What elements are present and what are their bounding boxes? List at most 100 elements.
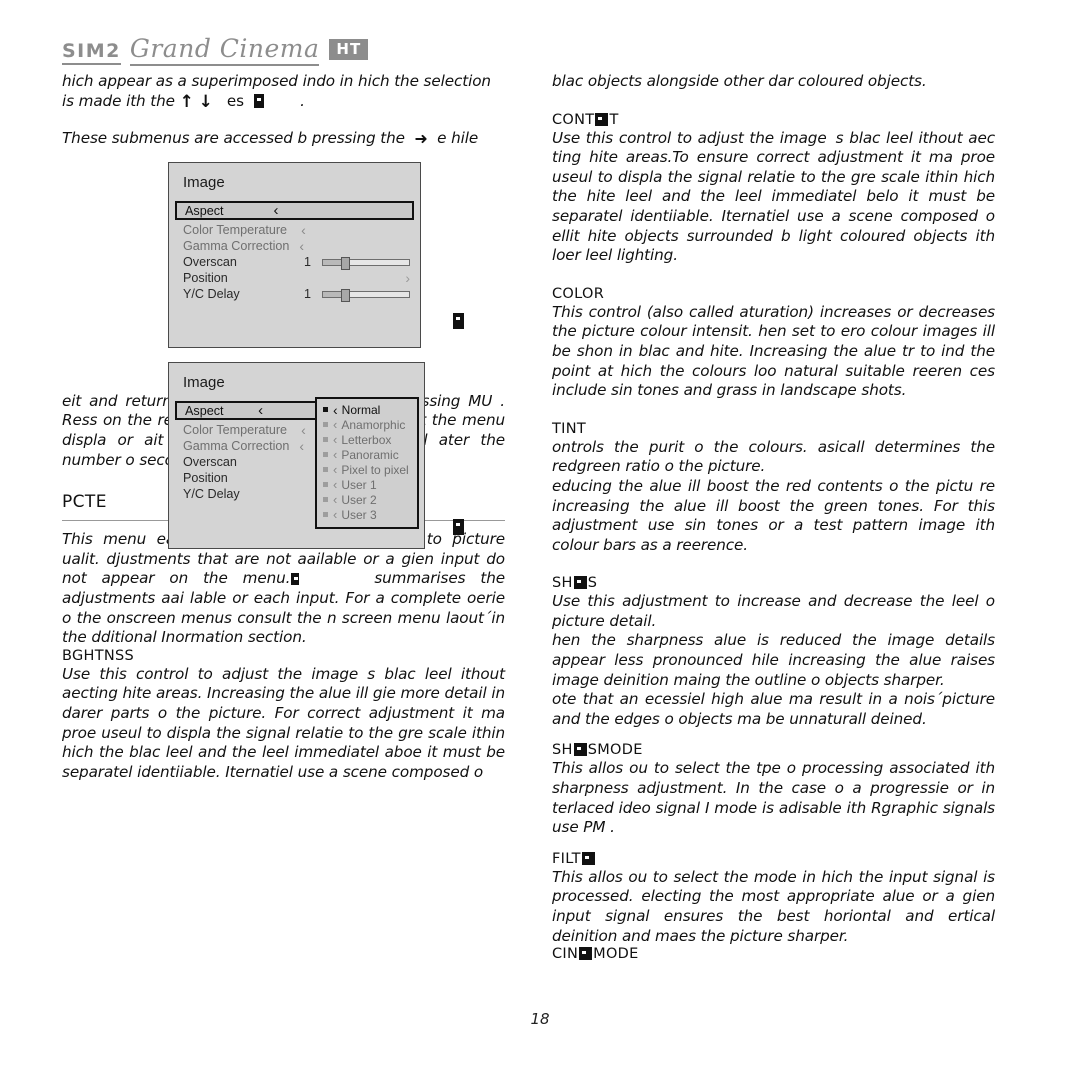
chevron-right-icon[interactable]: › [405, 270, 410, 286]
missing-glyph-icon [254, 93, 265, 108]
missing-glyph-icon [579, 947, 593, 961]
page-number: 18 [530, 1010, 550, 1028]
aspect-option-label: Normal [341, 402, 381, 417]
osd-row-label: Overscan [183, 255, 237, 269]
intro-paragraph: hich appear as a superimposed indo in hi… [62, 72, 505, 112]
down-arrow-icon: ↓ [198, 91, 213, 112]
color-body: This control (also called aturation) inc… [552, 302, 995, 400]
osd-title: Image [183, 374, 225, 391]
missing-glyph-icon [581, 851, 595, 865]
sharpness-heading-pre: SH [552, 575, 573, 592]
slider-knob[interactable] [341, 288, 350, 302]
osd-row-position[interactable]: Position › [169, 270, 420, 286]
missing-glyph-icon [573, 576, 587, 590]
yc-delay-slider[interactable] [322, 288, 410, 302]
overscan-slider[interactable] [322, 256, 410, 270]
missing-glyph-icon [573, 743, 587, 757]
aspect-option-user-2[interactable]: ‹ User 2 [317, 492, 417, 507]
osd-row-label: Aspect [185, 403, 224, 418]
color-heading: COLOR [552, 285, 605, 302]
chevron-left-icon: ‹ [333, 401, 338, 418]
sharpness-heading-post: S [587, 575, 598, 592]
chevron-left-icon[interactable]: ‹ [301, 423, 306, 437]
chevron-left-icon[interactable]: ‹ [301, 223, 306, 237]
osd-row-label: Overscan [183, 455, 237, 469]
osd-slider-value: 1 [303, 287, 311, 301]
aspect-option-user-3[interactable]: ‹ User 3 [317, 507, 417, 522]
aspect-option-panoramic[interactable]: ‹ Panoramic [317, 447, 417, 462]
contrast-heading-post: T [609, 111, 619, 128]
bullet-icon [323, 452, 328, 457]
contrast-body: Use this control to adjust the images b… [552, 128, 995, 265]
aspect-option-label: User 3 [341, 507, 377, 522]
sharpness-heading: SH S [552, 575, 995, 591]
slider-fill [323, 291, 343, 297]
chevron-left-icon: ‹ [333, 492, 338, 507]
intro-paragraph-text: hich appear as a superimposed indo in hi… [62, 72, 491, 110]
chevron-left-icon: ‹ [333, 477, 338, 492]
contrast-heading-pre: CONT [552, 111, 595, 128]
cinema-mode-heading-pre: CIN [552, 946, 579, 963]
slider-knob[interactable] [341, 256, 350, 270]
aspect-option-user-1[interactable]: ‹ User 1 [317, 477, 417, 492]
figure-marker-2 [452, 518, 465, 537]
cinema-mode-heading-post: MODE [593, 946, 639, 963]
section-filter: FILT This allos ou to select the mode in… [552, 851, 995, 946]
sharpness-body: Use this adjustment to increase and decr… [552, 592, 995, 728]
section-color: COLOR This control (also called aturatio… [552, 286, 995, 401]
sharpness-mode-body: This allos ou to select the tpe o proces… [552, 759, 995, 837]
product-badge-ht: HT [329, 39, 369, 60]
chevron-left-icon: ‹ [333, 432, 338, 447]
submenu-paragraph-after: e hile [437, 129, 479, 148]
intro-trailing: . [300, 91, 305, 110]
slider-fill [323, 259, 343, 265]
bullet-icon [323, 422, 328, 427]
submenu-paragraph-before: These submenus are accessed b pressing t… [62, 129, 405, 148]
osd-row-slider-group[interactable]: 1 [303, 287, 410, 302]
submenu-paragraph: These submenus are accessed b pressing t… [62, 129, 505, 149]
osd-row-aspect[interactable]: Aspect ‹ [175, 201, 414, 220]
aspect-option-label: Letterbox [341, 432, 392, 447]
chevron-left-icon[interactable]: ‹ [299, 239, 304, 253]
aspect-options-popup[interactable]: ‹ Normal ‹ Anamorphic ‹ Letterbox ‹ Pano… [315, 397, 419, 529]
chevron-left-icon[interactable]: ‹ [274, 203, 279, 218]
aspect-option-normal[interactable]: ‹ Normal [317, 401, 417, 418]
product-name: Grand Cinema [129, 34, 320, 66]
right-arrow-icon: ➜ [414, 129, 428, 149]
aspect-option-anamorphic[interactable]: ‹ Anamorphic [317, 417, 417, 432]
section-sharpness-mode: SH SMODE This allos ou to select the tpe … [552, 742, 995, 837]
brightness-paragraph: Use this control to adjust the images b… [62, 664, 505, 781]
osd-row-overscan[interactable]: Overscan 1 [169, 254, 420, 270]
osd-row-aspect[interactable]: Aspect ‹ [175, 401, 323, 420]
section-cinema-mode: CIN MODE [552, 946, 995, 962]
osd-row-slider-group[interactable]: 1 [304, 255, 410, 270]
bullet-icon [323, 512, 328, 517]
sharpness-mode-heading-post: SMODE [587, 742, 643, 759]
osd-row-gamma-correction[interactable]: Gamma Correction ‹ [169, 238, 420, 254]
osd-row-yc-delay[interactable]: Y/C Delay 1 [169, 286, 420, 302]
chevron-left-icon[interactable]: ‹ [258, 403, 263, 418]
osd-row-label: Position [183, 471, 228, 485]
bullet-icon [323, 482, 328, 487]
contrast-heading: CONT T [552, 112, 995, 128]
selected-bullet-icon [323, 407, 328, 412]
osd-row-label: Color Temperature [183, 423, 288, 437]
osd-row-label: Y/C Delay [183, 487, 240, 501]
brand-logo: SIM2 Grand Cinema HT [62, 34, 482, 66]
aspect-option-label: Panoramic [341, 447, 399, 462]
aspect-option-pixel-to-pixel[interactable]: ‹ Pixel to pixel [317, 462, 417, 477]
chevron-left-icon: ‹ [333, 507, 338, 522]
section-sharpness: SH S Use this adjustment to increase and … [552, 575, 995, 729]
brightness-heading: BGHTNSS [62, 647, 135, 664]
aspect-option-label: User 1 [341, 477, 377, 492]
chevron-left-icon[interactable]: ‹ [299, 439, 304, 453]
osd-row-label: Y/C Delay [183, 287, 240, 301]
aspect-option-letterbox[interactable]: ‹ Letterbox [317, 432, 417, 447]
missing-glyph-icon [453, 313, 464, 329]
osd-row-color-temperature[interactable]: Color Temperature ‹ [169, 222, 420, 238]
figure-marker-1 [452, 312, 465, 331]
section-tint: TINT ontrols the purit o the colours. as… [552, 421, 995, 556]
osd-menu-image-aspect-open[interactable]: Image Aspect ‹ Color Temperature ‹ Gamma… [168, 362, 425, 549]
intro-keys-label: es [226, 91, 244, 110]
osd-menu-image-main[interactable]: Image Aspect ‹ Color Temperature ‹ Gamma… [168, 162, 421, 348]
